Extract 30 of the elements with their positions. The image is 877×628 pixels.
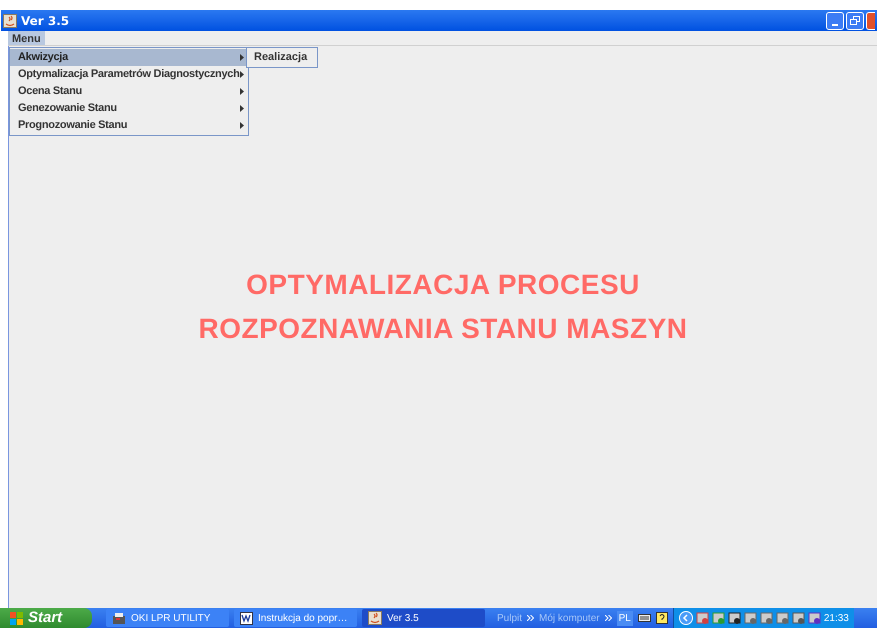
close-button[interactable] — [866, 12, 875, 30]
keyboard-icon[interactable] — [638, 614, 651, 622]
java-icon — [3, 14, 17, 28]
collapse-icon[interactable] — [678, 611, 693, 625]
menu-item[interactable]: Ocena Stanu — [10, 83, 248, 100]
window-title: Ver 3.5 — [21, 12, 70, 30]
printer-icon — [112, 612, 126, 624]
chevron-icon[interactable] — [604, 615, 612, 621]
menu-item[interactable]: Akwizycja — [10, 49, 248, 66]
menu-item[interactable]: Genezowanie Stanu — [10, 100, 248, 117]
menu-item[interactable]: Prognozowanie Stanu — [10, 117, 248, 134]
menu-item[interactable]: Optymalizacja Parametrów Diagnostycznych — [10, 66, 248, 83]
headline-text: OPTYMALIZACJA PROCESU — [246, 268, 640, 302]
tray-icon[interactable] — [808, 612, 821, 624]
headline-text: ROZPOZNAWANIA STANU MASZYN — [198, 312, 688, 346]
chevron-icon[interactable] — [527, 615, 534, 621]
taskbar-button[interactable]: Instrukcja do popr… — [234, 609, 357, 627]
help-icon[interactable] — [656, 612, 668, 624]
taskbar-button[interactable]: Ver 3.5 — [362, 609, 485, 627]
tray-icon[interactable] — [728, 612, 741, 624]
java-icon — [368, 611, 382, 625]
windows-logo-icon — [10, 612, 24, 624]
restore-button[interactable] — [846, 12, 864, 30]
start-button[interactable]: Start — [0, 608, 92, 628]
menu-item[interactable]: Realizacja — [247, 49, 317, 66]
document-icon — [240, 612, 253, 624]
tray-icon[interactable] — [792, 612, 805, 624]
taskbar-button[interactable]: OKI LPR UTILITY — [106, 609, 229, 627]
menu-button[interactable]: Menu — [8, 31, 45, 45]
minimize-button[interactable] — [826, 12, 844, 30]
